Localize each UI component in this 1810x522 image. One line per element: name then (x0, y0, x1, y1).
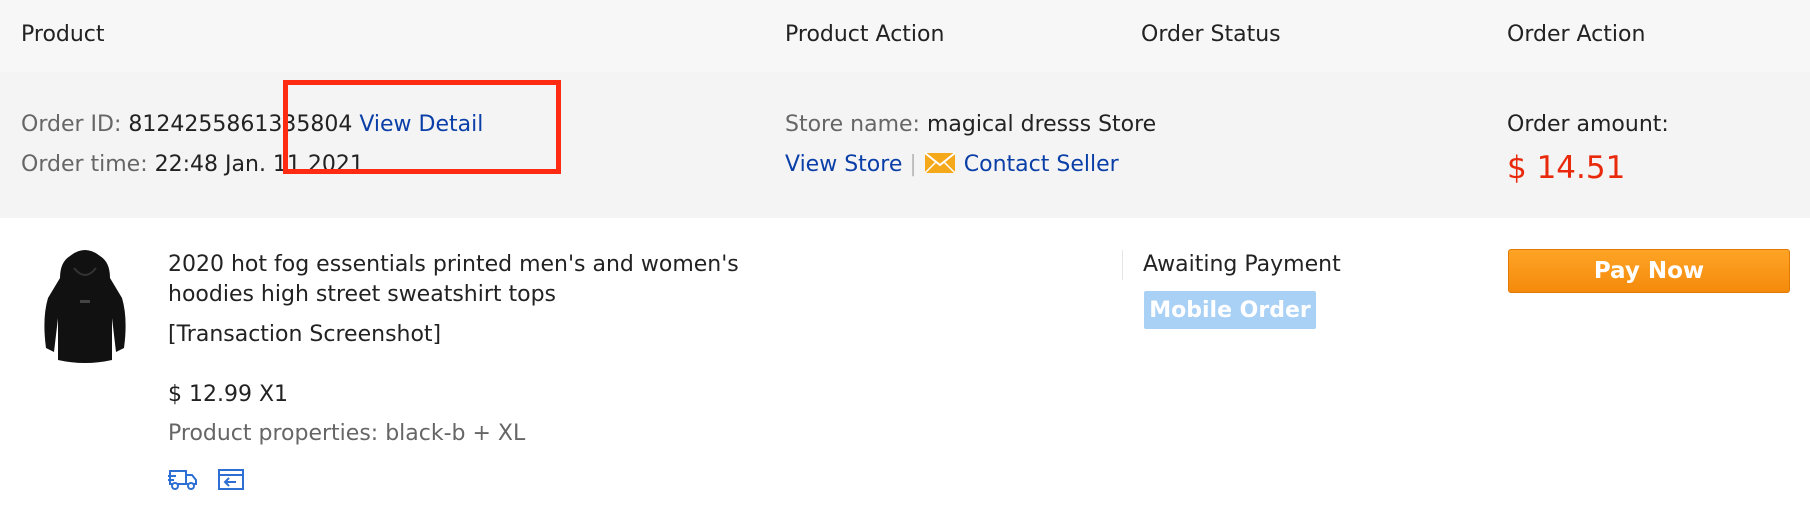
store-actions: View Store | Contact Seller (785, 152, 1119, 177)
delivery-truck-icon[interactable] (168, 466, 198, 492)
table-header: Product Product Action Order Status Orde… (0, 0, 1810, 72)
view-store-link[interactable]: View Store (785, 152, 902, 177)
envelope-icon (924, 152, 956, 174)
product-title-line2[interactable]: hoodies high street sweatshirt tops (168, 282, 556, 307)
order-status-text: Awaiting Payment (1143, 252, 1341, 277)
store-name: Store name: magical dresss Store (785, 112, 1156, 137)
product-title-line1[interactable]: 2020 hot fog essentials printed men's an… (168, 252, 739, 277)
contact-seller-label: Contact Seller (963, 152, 1119, 177)
highlight-annotation-box (283, 80, 561, 174)
order-amount-label: Order amount: (1507, 112, 1669, 137)
order-summary-row: Order ID: 8124255861335804 View Detail O… (0, 72, 1810, 218)
header-order-action: Order Action (1507, 22, 1646, 47)
product-row: 2020 hot fog essentials printed men's an… (0, 218, 1810, 522)
product-price-qty: $ 12.99 X1 (168, 382, 289, 407)
store-name-value: magical dresss Store (926, 112, 1157, 137)
header-product: Product (21, 22, 105, 47)
pay-now-button[interactable]: Pay Now (1508, 249, 1790, 293)
store-name-label: Store name: (785, 112, 920, 137)
black-hoodie-image[interactable] (40, 248, 130, 368)
product-properties: Product properties: black-b + XL (168, 421, 526, 446)
order-time-label: Order time: (21, 152, 148, 177)
mobile-order-badge: Mobile Order (1144, 291, 1316, 329)
order-list-page: Product Product Action Order Status Orde… (0, 0, 1810, 522)
return-box-icon[interactable] (216, 466, 246, 492)
order-amount-value: $ 14.51 (1507, 150, 1626, 186)
order-id-label: Order ID: (21, 112, 122, 137)
contact-seller-link[interactable]: Contact Seller (924, 152, 1119, 177)
header-order-status: Order Status (1141, 22, 1281, 47)
header-product-action: Product Action (785, 22, 945, 47)
transaction-screenshot-link[interactable]: [Transaction Screenshot] (168, 322, 441, 347)
status-divider (1122, 250, 1123, 280)
separator: | (909, 152, 917, 177)
